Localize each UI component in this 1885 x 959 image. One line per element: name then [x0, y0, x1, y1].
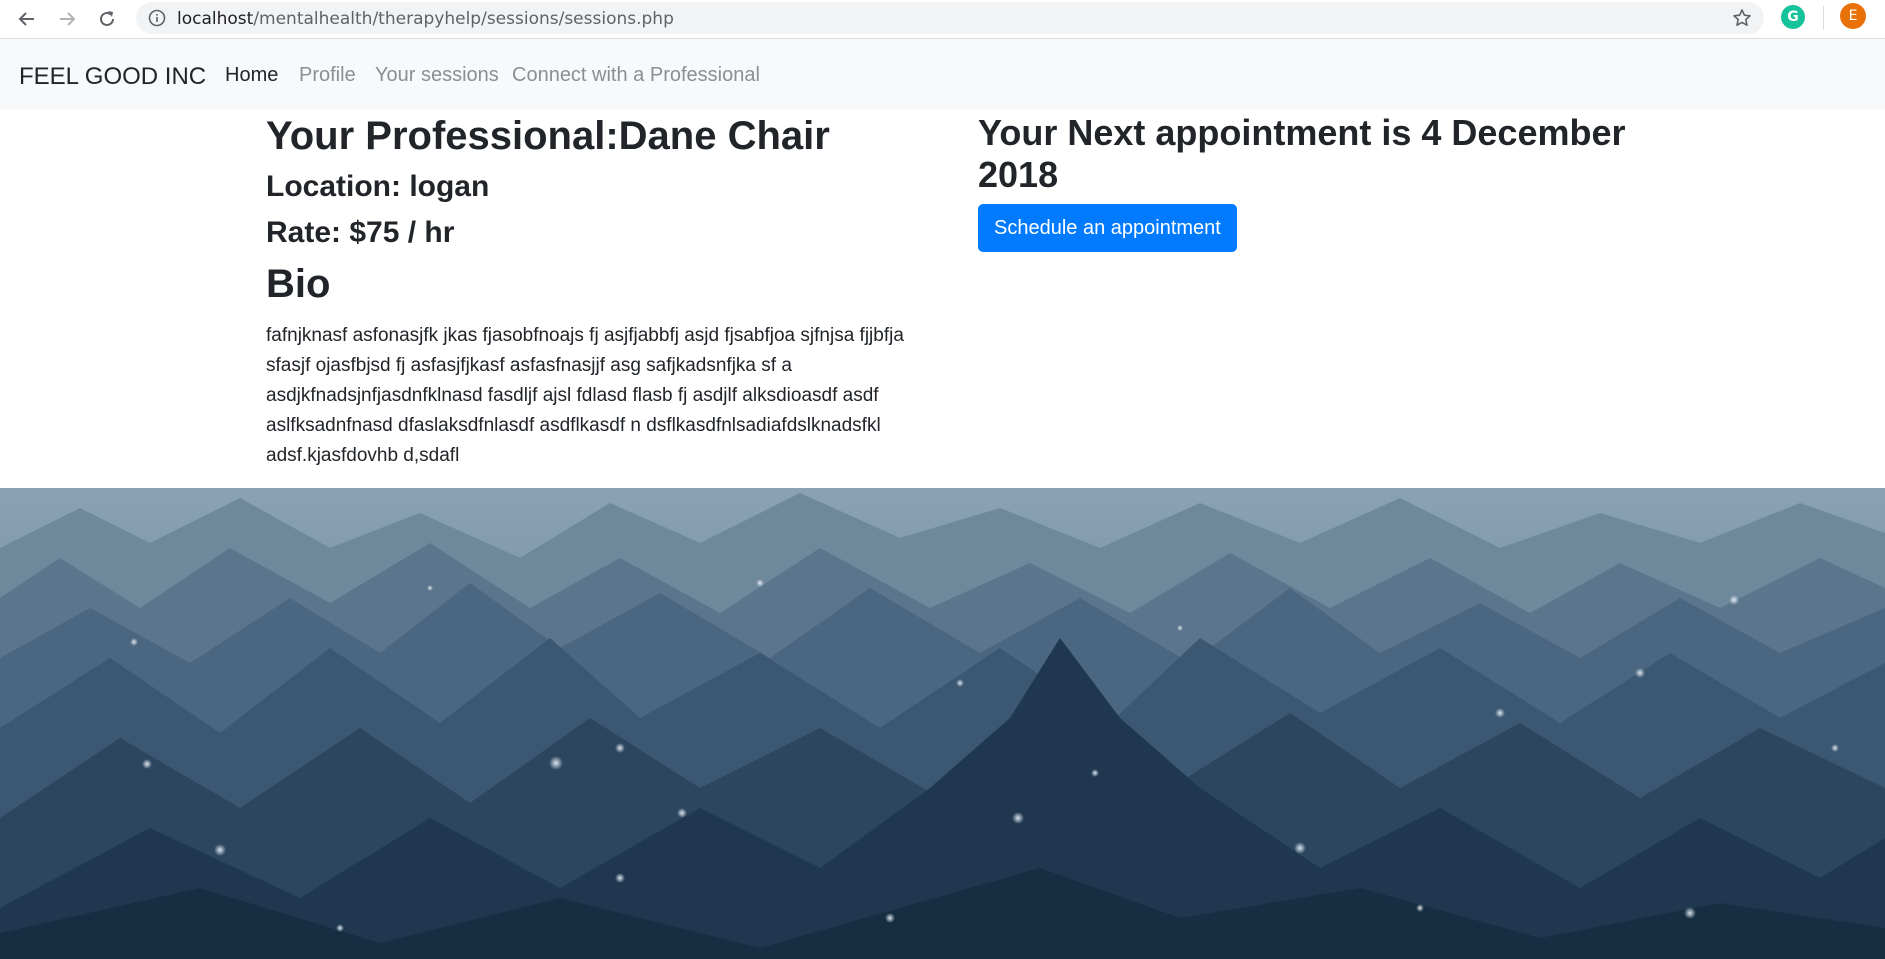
- nav-home[interactable]: Home: [225, 64, 278, 87]
- url-text: localhost/mentalhealth/therapyhelp/sessi…: [177, 9, 674, 29]
- toolbar-divider: [1823, 6, 1824, 30]
- arrow-left-icon: [18, 12, 34, 26]
- nav-connect-professional[interactable]: Connect with a Professional: [512, 64, 760, 87]
- address-bar[interactable]: localhost/mentalhealth/therapyhelp/sessi…: [136, 2, 1764, 34]
- professional-location: Location: logan: [266, 170, 490, 203]
- reload-icon: [100, 11, 114, 26]
- bio-text: fafnjknasf asfonasjfk jkas fjasobfnoajs …: [266, 325, 904, 466]
- brand-logo[interactable]: FEEL GOOD INC: [19, 63, 206, 91]
- url-host: localhost: [177, 9, 254, 29]
- professional-name: Your Professional:Dane Chair: [266, 114, 830, 158]
- url-path: /mentalhealth/therapyhelp/sessions/sessi…: [253, 9, 674, 29]
- professional-rate: Rate: $75 / hr: [266, 216, 455, 249]
- profile-avatar[interactable]: E: [1840, 3, 1866, 29]
- next-appointment-heading: Your Next appointment is 4 December 2018: [978, 112, 1626, 195]
- grammarly-extension-icon[interactable]: G: [1781, 5, 1805, 29]
- arrow-right-icon: [60, 12, 76, 26]
- bookmark-star-icon[interactable]: [1732, 8, 1752, 28]
- background-mountain-image: [0, 488, 1885, 959]
- forward-button[interactable]: [52, 4, 82, 34]
- schedule-appointment-button[interactable]: Schedule an appointment: [978, 204, 1237, 252]
- nav-profile[interactable]: Profile: [299, 64, 356, 87]
- nav-your-sessions[interactable]: Your sessions: [375, 64, 499, 87]
- main-content: Your Professional:Dane Chair Location: l…: [0, 110, 1885, 488]
- back-button[interactable]: [12, 4, 42, 34]
- bio-heading: Bio: [266, 262, 331, 306]
- browser-toolbar: localhost/mentalhealth/therapyhelp/sessi…: [0, 0, 1885, 39]
- reload-button[interactable]: [92, 4, 122, 34]
- info-icon: [148, 9, 166, 27]
- site-navbar: FEEL GOOD INC Home Profile Your sessions…: [0, 39, 1885, 110]
